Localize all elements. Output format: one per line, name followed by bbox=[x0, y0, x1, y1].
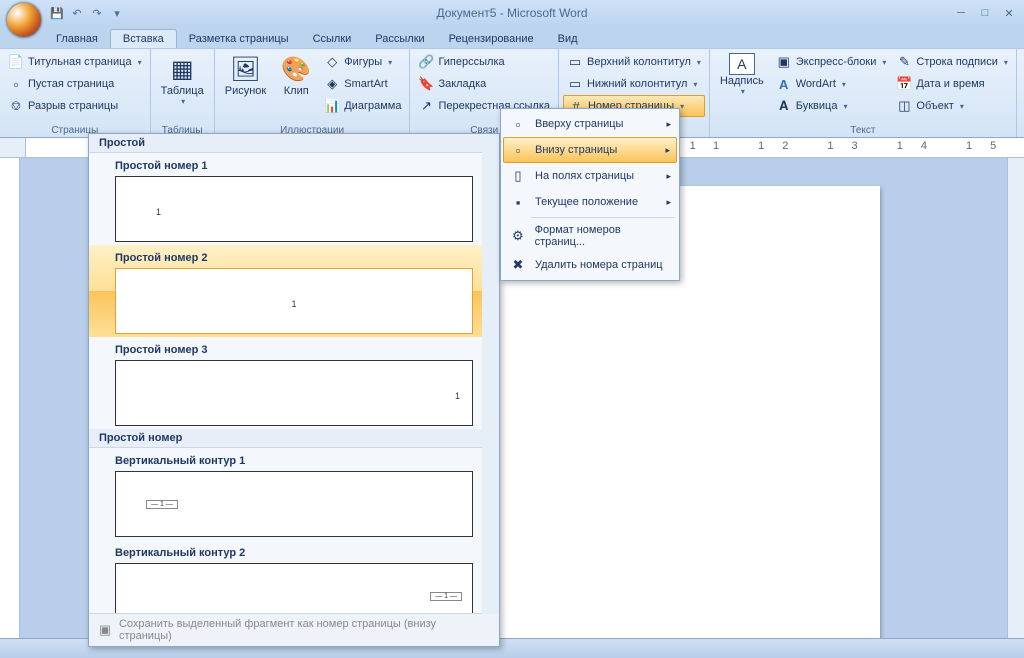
shapes-button[interactable]: ◇Фигуры▾ bbox=[320, 51, 405, 73]
current-icon: ▪ bbox=[509, 193, 527, 211]
smartart-icon: ◈ bbox=[324, 76, 340, 92]
tab-review[interactable]: Рецензирование bbox=[437, 30, 546, 48]
gallery-category-simple: Простой bbox=[89, 134, 499, 153]
blank-page-button[interactable]: ▫Пустая страница bbox=[4, 73, 146, 95]
gallery-category-plain-number: Простой номер bbox=[89, 429, 499, 448]
tab-mailings[interactable]: Рассылки bbox=[363, 30, 436, 48]
dropcap-icon: 𝐀 bbox=[776, 98, 792, 114]
title-bar: 💾 ↶ ↷ ▾ Документ5 - Microsoft Word ─ □ ✕ bbox=[0, 0, 1024, 26]
hyperlink-button[interactable]: 🔗Гиперссылка bbox=[414, 51, 554, 73]
window-title: Документ5 - Microsoft Word bbox=[436, 6, 587, 20]
bookmark-button[interactable]: 🔖Закладка bbox=[414, 73, 554, 95]
vertical-ruler[interactable] bbox=[0, 158, 20, 638]
page-break-button[interactable]: ⎊Разрыв страницы bbox=[4, 95, 146, 117]
quick-access-toolbar: 💾 ↶ ↷ ▾ bbox=[48, 4, 126, 22]
save-selection-icon: ▣ bbox=[97, 622, 113, 638]
tab-layout[interactable]: Разметка страницы bbox=[177, 30, 301, 48]
shapes-icon: ◇ bbox=[324, 54, 340, 70]
close-button[interactable]: ✕ bbox=[1000, 7, 1018, 20]
textbox-icon: A bbox=[729, 53, 755, 75]
picture-button[interactable]: 🖼Рисунок bbox=[219, 51, 273, 117]
table-icon: ▦ bbox=[166, 53, 198, 85]
gallery-item-vertical-2[interactable]: Вертикальный контур 2 — 1 — bbox=[89, 540, 499, 613]
date-icon: 📅 bbox=[896, 76, 912, 92]
save-icon[interactable]: 💾 bbox=[48, 4, 66, 22]
gallery-item-plain-3[interactable]: Простой номер 3 1 bbox=[89, 337, 499, 429]
clipart-button[interactable]: 🎨Клип bbox=[274, 51, 318, 117]
page-icon: 📄 bbox=[8, 54, 24, 70]
maximize-button[interactable]: □ bbox=[976, 7, 994, 20]
header-icon: ▭ bbox=[567, 54, 583, 70]
menu-bottom-of-page[interactable]: ▫Внизу страницы▸ bbox=[503, 137, 677, 163]
ribbon-tabs: Главная Вставка Разметка страницы Ссылки… bbox=[0, 26, 1024, 48]
wordart-icon: A bbox=[776, 76, 792, 92]
datetime-button[interactable]: 📅Дата и время bbox=[892, 73, 1011, 95]
format-icon: ⚙ bbox=[509, 227, 527, 245]
redo-icon[interactable]: ↷ bbox=[88, 4, 106, 22]
signature-icon: ✎ bbox=[896, 54, 912, 70]
footer-button[interactable]: ▭Нижний колонтитул▾ bbox=[563, 73, 705, 95]
gallery-item-vertical-1[interactable]: Вертикальный контур 1 — 1 — bbox=[89, 448, 499, 540]
wordart-button[interactable]: AWordArt▾ bbox=[772, 73, 891, 95]
footer-icon: ▭ bbox=[567, 76, 583, 92]
link-icon: 🔗 bbox=[418, 54, 434, 70]
vertical-scrollbar[interactable] bbox=[1007, 158, 1024, 638]
gallery-scrollbar[interactable] bbox=[482, 134, 499, 614]
tab-home[interactable]: Главная bbox=[44, 30, 110, 48]
gallery-item-plain-2[interactable]: Простой номер 2 1 bbox=[89, 245, 499, 337]
remove-icon: ✖ bbox=[509, 256, 527, 274]
minimize-button[interactable]: ─ bbox=[952, 7, 970, 20]
menu-top-of-page[interactable]: ▫Вверху страницы▸ bbox=[503, 111, 677, 137]
break-icon: ⎊ bbox=[8, 98, 24, 114]
menu-current-position[interactable]: ▪Текущее положение▸ bbox=[503, 189, 677, 215]
textbox-button[interactable]: AНадпись▾ bbox=[714, 51, 770, 117]
group-text-label: Текст bbox=[710, 125, 1016, 136]
object-button[interactable]: ◫Объект▾ bbox=[892, 95, 1011, 117]
clip-icon: 🎨 bbox=[280, 53, 312, 85]
object-icon: ◫ bbox=[896, 98, 912, 114]
header-button[interactable]: ▭Верхний колонтитул▾ bbox=[563, 51, 705, 73]
dropcap-button[interactable]: 𝐀Буквица▾ bbox=[772, 95, 891, 117]
menu-page-margins[interactable]: ▯На полях страницы▸ bbox=[503, 163, 677, 189]
tab-view[interactable]: Вид bbox=[546, 30, 590, 48]
crossref-icon: ↗ bbox=[418, 98, 434, 114]
page-number-menu: ▫Вверху страницы▸ ▫Внизу страницы▸ ▯На п… bbox=[500, 108, 680, 281]
undo-icon[interactable]: ↶ bbox=[68, 4, 86, 22]
chart-button[interactable]: 📊Диаграмма bbox=[320, 95, 405, 117]
gallery-save-selection[interactable]: ▣ Сохранить выделенный фрагмент как номе… bbox=[89, 613, 499, 646]
quickparts-button[interactable]: ▣Экспресс-блоки▾ bbox=[772, 51, 891, 73]
picture-icon: 🖼 bbox=[229, 53, 261, 85]
qat-more-icon[interactable]: ▾ bbox=[108, 4, 126, 22]
bookmark-icon: 🔖 bbox=[418, 76, 434, 92]
margins-icon: ▯ bbox=[509, 167, 527, 185]
menu-remove-numbers[interactable]: ✖Удалить номера страниц bbox=[503, 252, 677, 278]
page-number-gallery: Простой Простой номер 1 1 Простой номер … bbox=[88, 133, 500, 647]
tab-insert[interactable]: Вставка bbox=[110, 29, 177, 48]
smartart-button[interactable]: ◈SmartArt bbox=[320, 73, 405, 95]
tab-references[interactable]: Ссылки bbox=[301, 30, 364, 48]
signature-button[interactable]: ✎Строка подписи▾ bbox=[892, 51, 1011, 73]
top-icon: ▫ bbox=[509, 115, 527, 133]
cover-page-button[interactable]: 📄Титульная страница▾ bbox=[4, 51, 146, 73]
gallery-item-plain-1[interactable]: Простой номер 1 1 bbox=[89, 153, 499, 245]
chart-icon: 📊 bbox=[324, 98, 340, 114]
table-button[interactable]: ▦Таблица▾ bbox=[155, 51, 210, 117]
quickparts-icon: ▣ bbox=[776, 54, 792, 70]
bottom-icon: ▫ bbox=[509, 141, 527, 159]
menu-format-numbers[interactable]: ⚙Формат номеров страниц... bbox=[503, 220, 677, 252]
group-symbols-label: Символы bbox=[1017, 125, 1024, 136]
office-button[interactable] bbox=[6, 2, 42, 38]
blank-page-icon: ▫ bbox=[8, 76, 24, 92]
